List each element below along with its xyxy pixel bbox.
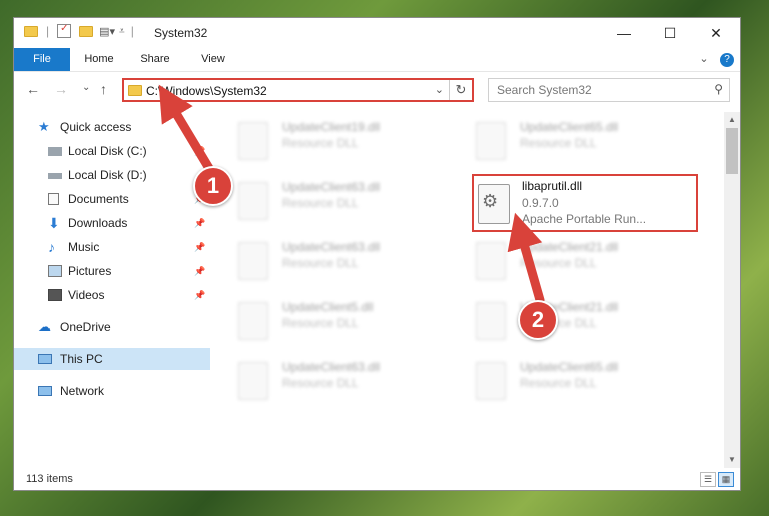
minimize-button[interactable]: —: [601, 18, 647, 48]
file-item[interactable]: UpdateClient21.dll Resource DLL: [450, 294, 670, 344]
pictures-icon: [48, 265, 62, 277]
scroll-thumb[interactable]: [726, 128, 738, 174]
file-item[interactable]: UpdateClient63.dll Resource DLL: [212, 234, 432, 284]
tiles-view-icon[interactable]: ▦: [718, 472, 734, 487]
file-list: UpdateClient19.dll Resource DLL UpdateCl…: [212, 110, 724, 470]
back-button[interactable]: ←: [26, 81, 40, 97]
search-placeholder: Search System32: [497, 83, 592, 97]
properties-icon[interactable]: ✓: [57, 23, 72, 38]
refresh-button[interactable]: ↻: [449, 80, 472, 100]
file-name: libaprutil.dll: [522, 179, 583, 193]
dll-file-icon: [238, 122, 268, 160]
address-row: ← → ⌄ ↑ C:\Windows\System32 ⌄ ↻ Search S…: [14, 72, 740, 108]
pin-icon: 📌: [194, 242, 206, 252]
search-icon[interactable]: ⚲: [714, 82, 723, 96]
file-item-libaprutil[interactable]: ⚙ libaprutil.dll 0.9.7.0 Apache Portable…: [472, 174, 698, 232]
sidebar-item-videos[interactable]: Videos 📌: [14, 284, 210, 306]
download-icon: ⬇: [48, 215, 60, 231]
sidebar-item-local-disk-c[interactable]: Local Disk (C:) 📌: [14, 140, 210, 162]
dll-file-icon: [238, 362, 268, 400]
navigation-pane: ★ Quick access Local Disk (C:) 📌 Local D…: [14, 110, 210, 470]
folder-icon: [128, 85, 142, 96]
file-item[interactable]: UpdateClient19.dll Resource DLL: [212, 114, 432, 164]
tab-file[interactable]: File: [14, 48, 70, 71]
file-item[interactable]: UpdateClient65.dll Resource DLL: [450, 354, 670, 404]
step-1-badge: 1: [193, 166, 233, 206]
customize-toolbar-icon[interactable]: ▤▾: [99, 25, 115, 38]
window-title: System32: [154, 26, 208, 40]
address-bar[interactable]: C:\Windows\System32 ⌄ ↻: [122, 78, 474, 102]
sidebar-item-onedrive[interactable]: ☁ OneDrive: [14, 316, 210, 338]
folder-icon: [24, 25, 38, 37]
dll-file-icon: [238, 302, 268, 340]
toolbar-divider: |: [46, 24, 50, 38]
title-bar: | ✓ ▤▾ ⩡ | System32 — ☐ ✕: [14, 18, 740, 48]
search-input[interactable]: Search System32 ⚲: [488, 78, 730, 102]
details-view-icon[interactable]: ☰: [700, 472, 716, 487]
tab-home[interactable]: Home: [76, 48, 122, 71]
pin-icon: 📌: [194, 266, 206, 276]
file-item[interactable]: UpdateClient63.dll Resource DLL: [212, 354, 432, 404]
recent-locations-button[interactable]: ⌄: [82, 82, 90, 93]
tab-view[interactable]: View: [190, 48, 236, 71]
file-item[interactable]: UpdateClient65.dll Resource DLL: [450, 114, 670, 164]
status-bar: 113 items ☰ ▦: [14, 470, 740, 490]
sidebar-item-downloads[interactable]: ⬇ Downloads 📌: [14, 212, 210, 234]
gear-icon: ⚙: [482, 191, 499, 211]
sidebar-item-quick-access[interactable]: ★ Quick access: [14, 116, 210, 138]
drive-icon: [48, 173, 62, 179]
file-version: 0.9.7.0: [522, 196, 559, 210]
documents-icon: [48, 193, 59, 205]
item-count: 113 items: [26, 473, 73, 485]
step-2-badge: 2: [518, 300, 558, 340]
quick-access-toolbar: | ✓ ▤▾ ⩡ |: [24, 23, 134, 38]
scroll-up-icon[interactable]: ▲: [724, 112, 740, 128]
new-folder-icon[interactable]: [79, 25, 94, 37]
file-item[interactable]: UpdateClient5.dll Resource DLL: [212, 294, 432, 344]
dll-file-icon: [238, 242, 268, 280]
help-icon[interactable]: ?: [718, 48, 736, 71]
up-button[interactable]: ↑: [100, 81, 107, 97]
sidebar-item-this-pc[interactable]: This PC: [14, 348, 210, 370]
forward-button[interactable]: →: [54, 81, 68, 97]
toolbar-dropdown-icon[interactable]: ⩡: [119, 26, 125, 37]
toolbar-divider: |: [130, 24, 134, 38]
dll-file-icon: [476, 242, 506, 280]
address-dropdown-icon[interactable]: ⌄: [435, 83, 444, 96]
close-button[interactable]: ✕: [693, 18, 739, 48]
sidebar-item-documents[interactable]: Documents 📌: [14, 188, 210, 210]
tab-share[interactable]: Share: [132, 48, 178, 71]
videos-icon: [48, 289, 62, 301]
sidebar-item-music[interactable]: ♪ Music 📌: [14, 236, 210, 258]
dll-file-icon: [476, 122, 506, 160]
explorer-window: | ✓ ▤▾ ⩡ | System32 — ☐ ✕ File Home Shar…: [13, 17, 741, 491]
file-item[interactable]: UpdateClient63.dll Resource DLL: [212, 174, 432, 224]
vertical-scrollbar[interactable]: ▲ ▼: [724, 112, 740, 468]
drive-icon: [48, 147, 62, 156]
pin-icon: 📌: [194, 290, 206, 300]
cloud-icon: ☁: [38, 319, 51, 334]
maximize-button[interactable]: ☐: [647, 18, 693, 48]
dll-file-icon: [238, 182, 268, 220]
scroll-down-icon[interactable]: ▼: [724, 452, 740, 468]
star-icon: ★: [38, 119, 50, 134]
sidebar-item-local-disk-d[interactable]: Local Disk (D:): [14, 164, 210, 186]
computer-icon: [38, 354, 52, 364]
expand-ribbon-icon[interactable]: ⌄: [694, 48, 714, 71]
dll-file-icon: [476, 302, 506, 340]
address-path[interactable]: C:\Windows\System32: [146, 84, 267, 98]
sidebar-item-pictures[interactable]: Pictures 📌: [14, 260, 210, 282]
ribbon-tabs: File Home Share View ⌄ ?: [14, 48, 740, 72]
dll-file-icon: [476, 362, 506, 400]
sidebar-item-network[interactable]: Network: [14, 380, 210, 402]
pin-icon: 📌: [194, 218, 206, 228]
network-icon: [38, 386, 52, 396]
file-item[interactable]: UpdateClient21.dll Resource DLL: [450, 234, 670, 284]
pin-icon: 📌: [194, 146, 206, 156]
music-icon: ♪: [48, 239, 55, 255]
file-description: Apache Portable Run...: [522, 212, 647, 226]
